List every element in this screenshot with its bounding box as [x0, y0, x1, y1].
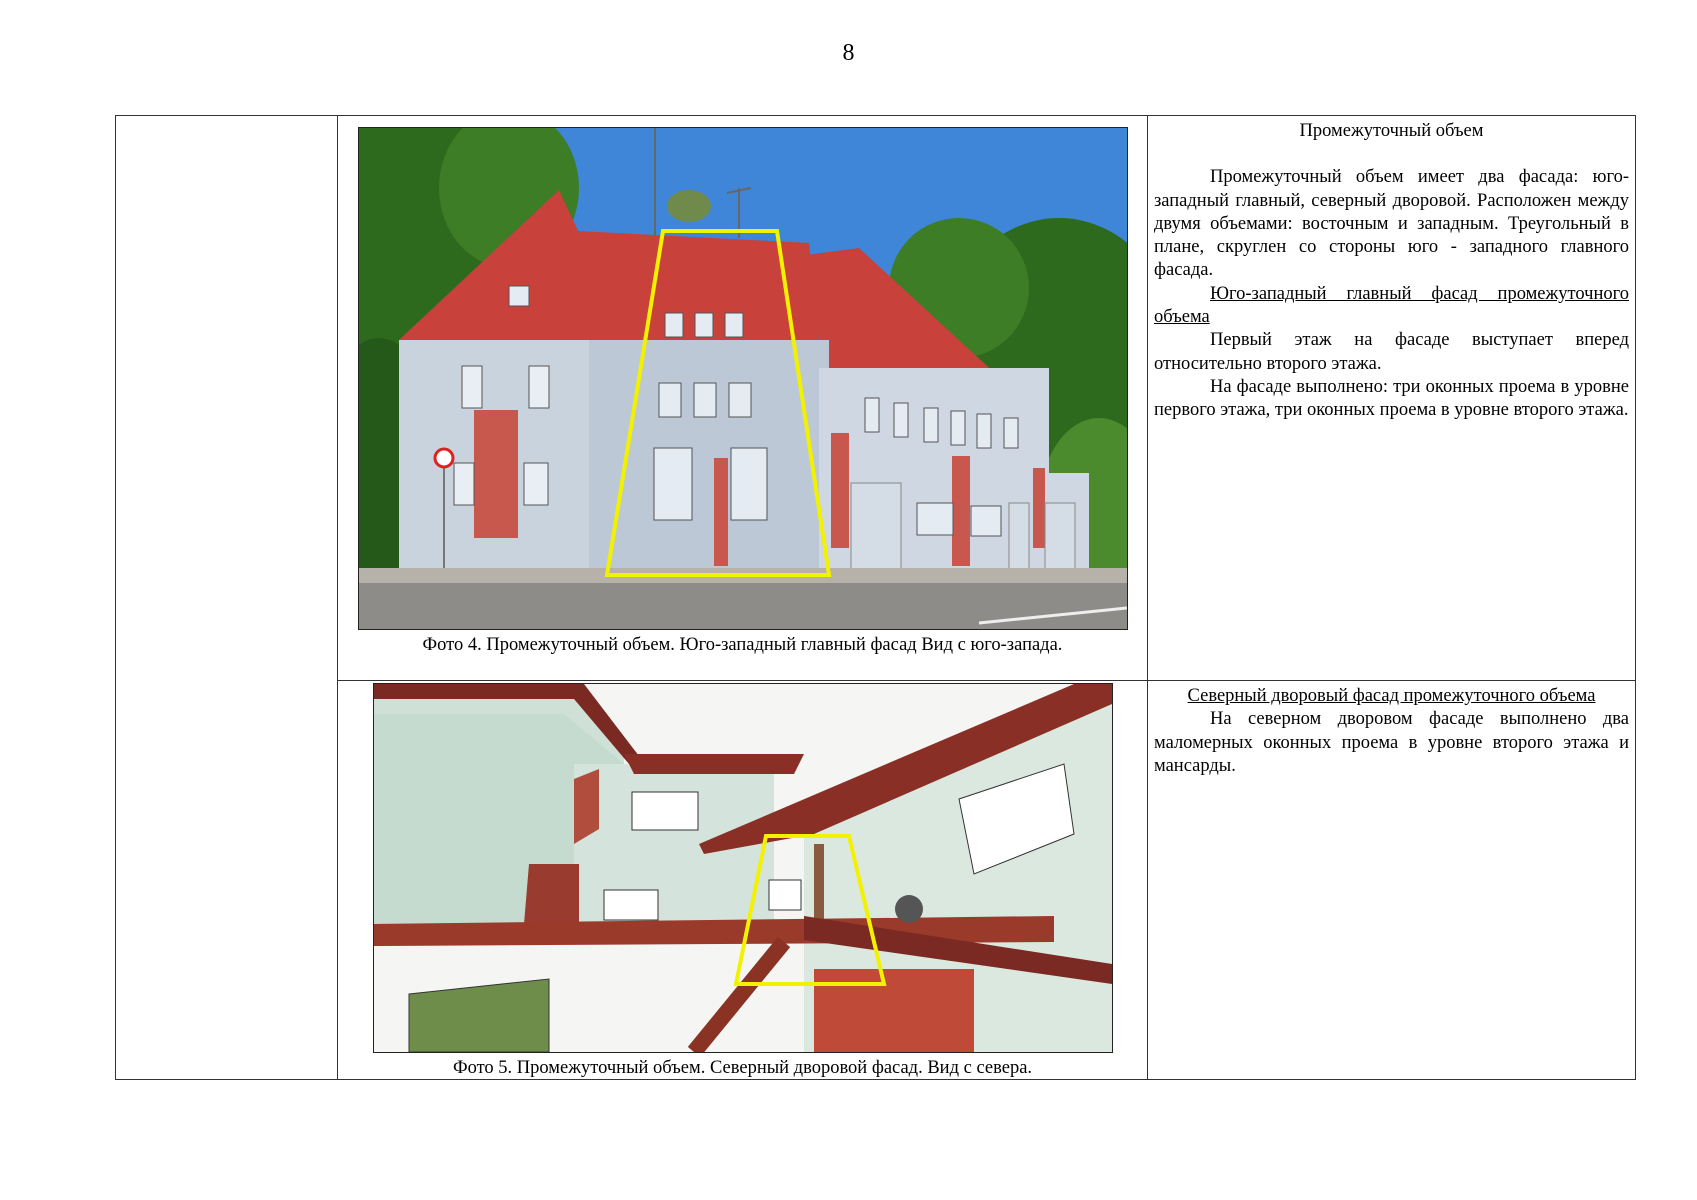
- table-row: Фото 4. Промежуточный объем. Юго-западны…: [115, 115, 1636, 1080]
- photo4-image: [357, 127, 1128, 630]
- subheading: Юго-западный главный фасад промежуточног…: [1154, 283, 1629, 328]
- description-table: Фото 4. Промежуточный объем. Юго-западны…: [115, 115, 1636, 1080]
- photo5-image: [372, 683, 1113, 1053]
- photo5-caption: Фото 5. Промежуточный объем. Северный дв…: [452, 1058, 1033, 1078]
- paragraph: Промежуточный объем имеет два фасада: юг…: [1154, 167, 1629, 281]
- empty-cell: [115, 115, 338, 1080]
- table-row: Фото 5. Промежуточный объем. Северный дв…: [116, 680, 1636, 1080]
- paragraph: Первый этаж на фасаде выступает вперед о…: [1154, 330, 1629, 374]
- paragraph: На фасаде выполнено: три оконных проема …: [1154, 376, 1629, 421]
- text-cell-1: Промежуточный объем Промежуточный объем …: [1147, 115, 1636, 681]
- photo4-cell: Фото 4. Промежуточный объем. Юго-западны…: [337, 115, 1148, 681]
- page-number: 8: [842, 40, 855, 66]
- photo4-caption: Фото 4. Промежуточный объем. Юго-западны…: [422, 635, 1063, 655]
- text-cell-2: Северный дворовый фасад промежуточного о…: [1147, 680, 1636, 1080]
- subheading: Северный дворовый фасад промежуточного о…: [1187, 686, 1596, 706]
- section-heading: Промежуточный объем: [1299, 121, 1484, 141]
- photo5-cell: Фото 5. Промежуточный объем. Северный дв…: [337, 680, 1148, 1080]
- paragraph: На северном дворовом фасаде выполнено дв…: [1154, 709, 1629, 776]
